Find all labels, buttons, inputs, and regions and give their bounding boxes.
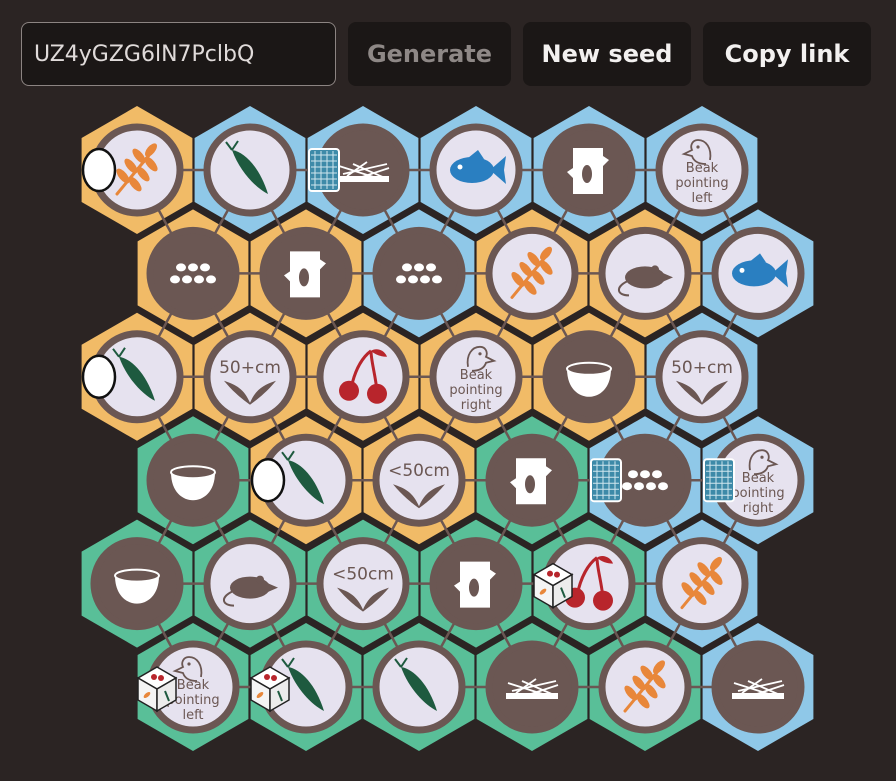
wingspan-label: 50+cm bbox=[219, 358, 281, 378]
card-token[interactable] bbox=[308, 148, 340, 192]
habitat-tile[interactable] bbox=[203, 123, 297, 217]
beak-direction-label: pointing bbox=[731, 486, 784, 501]
habitat-tile[interactable] bbox=[542, 123, 636, 217]
habitat-tile[interactable] bbox=[542, 330, 636, 424]
egg-token[interactable] bbox=[81, 354, 117, 400]
tile-disc bbox=[372, 226, 466, 320]
habitat-tile[interactable] bbox=[485, 640, 579, 734]
habitat-tile[interactable] bbox=[655, 537, 749, 631]
habitat-tile[interactable] bbox=[711, 226, 805, 320]
habitat-tile[interactable] bbox=[711, 640, 805, 734]
habitat-tile[interactable] bbox=[485, 226, 579, 320]
beak-direction-label: left bbox=[691, 191, 712, 206]
stump-icon bbox=[454, 561, 496, 608]
beak-direction-label: Beak bbox=[460, 368, 493, 383]
tile-disc bbox=[316, 330, 410, 424]
card-token[interactable] bbox=[590, 458, 622, 503]
habitat-tile[interactable]: Beakpointingleft bbox=[655, 123, 749, 217]
wingspan-label: <50cm bbox=[388, 461, 450, 481]
beak-direction-label: Beak bbox=[177, 678, 210, 693]
habitat-tile[interactable]: 50+cm bbox=[203, 330, 297, 424]
tile-disc bbox=[146, 226, 240, 320]
habitat-tile[interactable]: Beakpointingright bbox=[429, 330, 523, 424]
habitat-tile[interactable] bbox=[598, 640, 692, 734]
beak-direction-label: pointing bbox=[675, 176, 728, 191]
habitat-tile[interactable]: <50cm bbox=[372, 433, 466, 527]
game-board: Beakpointingleft50+cm Beakpointingright50… bbox=[81, 106, 814, 751]
beak-direction-label: Beak bbox=[686, 161, 719, 176]
beak-direction-label: left bbox=[182, 708, 203, 723]
stump-icon bbox=[284, 251, 326, 298]
wingspan-label: <50cm bbox=[332, 565, 394, 585]
habitat-tile[interactable] bbox=[598, 226, 692, 320]
habitat-tile[interactable] bbox=[259, 226, 353, 320]
wingspan-label: 50+cm bbox=[671, 358, 733, 378]
beak-direction-label: right bbox=[461, 398, 492, 413]
habitat-tile[interactable] bbox=[146, 433, 240, 527]
egg-token[interactable] bbox=[250, 457, 286, 503]
stump-icon bbox=[510, 458, 552, 505]
habitat-tile[interactable] bbox=[316, 330, 410, 424]
beak-direction-label: pointing bbox=[449, 383, 502, 398]
habitat-tile[interactable]: 50+cm bbox=[655, 330, 749, 424]
habitat-tile[interactable] bbox=[372, 226, 466, 320]
habitat-tile[interactable] bbox=[146, 226, 240, 320]
egg-token[interactable] bbox=[81, 147, 117, 193]
stump-icon bbox=[567, 148, 609, 194]
habitat-tile[interactable]: <50cm bbox=[316, 537, 410, 631]
beak-direction-label: right bbox=[743, 501, 774, 516]
habitat-tile[interactable] bbox=[203, 537, 297, 631]
habitat-tile[interactable] bbox=[429, 123, 523, 217]
habitat-tile[interactable] bbox=[90, 537, 184, 631]
habitat-tile[interactable] bbox=[429, 537, 523, 631]
habitat-tile[interactable] bbox=[485, 433, 579, 527]
card-token[interactable] bbox=[703, 458, 735, 503]
beak-direction-label: Beak bbox=[742, 471, 775, 486]
habitat-tile[interactable] bbox=[372, 640, 466, 734]
